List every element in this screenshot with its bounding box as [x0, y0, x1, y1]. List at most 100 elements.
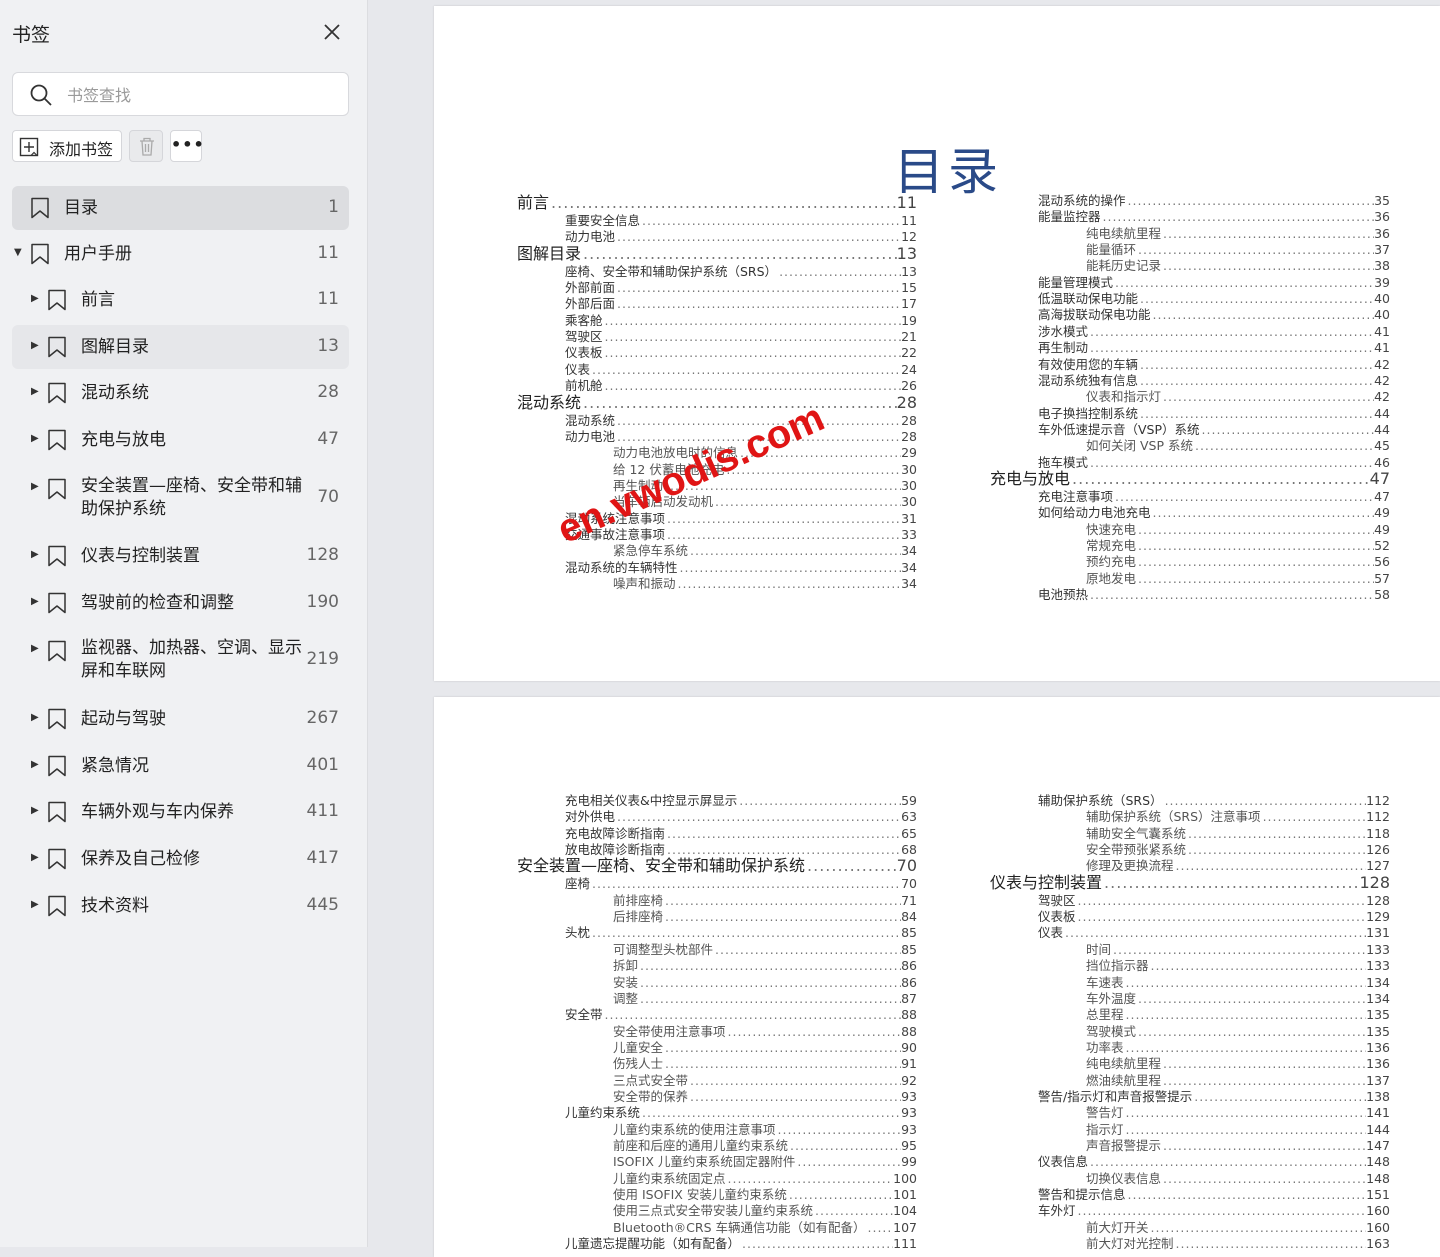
toc-entry[interactable]: 使用三点式安全带安装儿童约束系统 104	[613, 1203, 917, 1219]
expand-arrow-icon[interactable]: ▶	[31, 549, 39, 560]
toc-entry[interactable]: 切换仪表信息 148	[1086, 1171, 1390, 1187]
toc-entry[interactable]: 前排座椅 71	[613, 893, 917, 909]
toc-entry[interactable]: ISOFIX 儿童约束系统固定器附件 99	[613, 1154, 917, 1170]
toc-entry[interactable]: 对外供电 63	[565, 809, 917, 825]
toc-entry[interactable]: 紧急停车系统 34	[613, 543, 917, 559]
toc-entry[interactable]: 仪表 131	[1038, 925, 1390, 941]
expand-arrow-icon[interactable]: ▶	[31, 712, 39, 723]
toc-entry[interactable]: 常规充电 52	[1086, 538, 1390, 554]
toc-entry[interactable]: 图解目录 13	[517, 244, 917, 264]
bookmark-item[interactable]: ▶ 驾驶前的检查和调整 190	[12, 581, 349, 625]
toc-entry[interactable]: 充电与放电 47	[990, 469, 1390, 489]
bookmark-item[interactable]: ▶ 保养及自己检修 417	[12, 837, 349, 881]
toc-entry[interactable]: 安全带使用注意事项 88	[613, 1024, 917, 1040]
toc-entry[interactable]: 安全装置—座椅、安全带和辅助保护系统 70	[517, 856, 917, 876]
toc-entry[interactable]: 预约充电 56	[1086, 554, 1390, 570]
bookmark-item[interactable]: ▶ 技术资料 445	[12, 884, 349, 928]
toc-entry[interactable]: 指示灯 144	[1086, 1122, 1390, 1138]
bookmark-item[interactable]: ▶ 车辆外观与车内保养 411	[12, 790, 349, 834]
toc-entry[interactable]: 驾驶模式 135	[1086, 1024, 1390, 1040]
toc-entry[interactable]: 混动系统的操作 35	[1038, 193, 1390, 209]
toc-entry[interactable]: 混动系统 28	[517, 393, 917, 413]
expand-arrow-icon[interactable]: ▶	[31, 643, 39, 654]
toc-entry[interactable]: 燃油续航里程 137	[1086, 1073, 1390, 1089]
bookmark-item[interactable]: ▼ 用户手册 11	[12, 232, 349, 276]
toc-entry[interactable]: 功率表 136	[1086, 1040, 1390, 1056]
toc-entry[interactable]: 混动系统独有信息 42	[1038, 373, 1390, 389]
toc-entry[interactable]: 前言 11	[517, 193, 917, 213]
delete-bookmark-button[interactable]	[129, 130, 163, 162]
collapse-arrow-icon[interactable]: ▼	[14, 247, 22, 258]
toc-entry[interactable]: 低温联动保电功能 40	[1038, 291, 1390, 307]
bookmark-item[interactable]: ▶ 紧急情况 401	[12, 744, 349, 788]
bookmark-item[interactable]: ▶ 充电与放电 47	[12, 418, 349, 462]
toc-entry[interactable]: 充电相关仪表&中控显示屏显示 59	[565, 793, 917, 809]
toc-entry[interactable]: 重要安全信息 11	[565, 213, 917, 229]
toc-entry[interactable]: 座椅、安全带和辅助保护系统（SRS） 13	[565, 264, 917, 280]
expand-arrow-icon[interactable]: ▶	[31, 805, 39, 816]
toc-entry[interactable]: 能量管理模式 39	[1038, 275, 1390, 291]
bookmark-item[interactable]: ▶ 安全装置—座椅、安全带和辅助保护系统 70	[12, 466, 349, 530]
toc-entry[interactable]: 辅助安全气囊系统 118	[1086, 826, 1390, 842]
close-icon[interactable]	[320, 20, 344, 44]
bookmark-search-box[interactable]	[12, 72, 349, 116]
toc-entry[interactable]: 电池预热 58	[1038, 587, 1390, 603]
toc-entry[interactable]: 混动系统的车辆特性 34	[565, 560, 917, 576]
toc-entry[interactable]: 外部前面 15	[565, 280, 917, 296]
toc-entry[interactable]: 安全带 88	[565, 1007, 917, 1023]
expand-arrow-icon[interactable]: ▶	[31, 293, 39, 304]
add-bookmark-button[interactable]: 添加书签	[12, 130, 122, 162]
toc-entry[interactable]: 能量监控器 36	[1038, 209, 1390, 225]
toc-entry[interactable]: 安全带的保养 93	[613, 1089, 917, 1105]
toc-entry[interactable]: 前大灯开关 160	[1086, 1220, 1390, 1236]
toc-entry[interactable]: 高海拔联动保电功能 40	[1038, 307, 1390, 323]
toc-entry[interactable]: 后排座椅 84	[613, 909, 917, 925]
toc-entry[interactable]: 警告/指示灯和声音报警提示 138	[1038, 1089, 1390, 1105]
bookmark-item[interactable]: ▶ 前言 11	[12, 278, 349, 322]
toc-entry[interactable]: 纯电续航里程 136	[1086, 1056, 1390, 1072]
toc-entry[interactable]: 驾驶区 21	[565, 329, 917, 345]
toc-entry[interactable]: 驾驶区 128	[1038, 893, 1390, 909]
expand-arrow-icon[interactable]: ▶	[31, 899, 39, 910]
toc-entry[interactable]: 电子换挡控制系统 44	[1038, 406, 1390, 422]
toc-entry[interactable]: 三点式安全带 92	[613, 1073, 917, 1089]
expand-arrow-icon[interactable]: ▶	[31, 386, 39, 397]
bookmark-item[interactable]: ▶ 混动系统 28	[12, 371, 349, 415]
toc-entry[interactable]: 有效使用您的车辆 42	[1038, 357, 1390, 373]
toc-entry[interactable]: 座椅 70	[565, 876, 917, 892]
toc-entry[interactable]: 总里程 135	[1086, 1007, 1390, 1023]
toc-entry[interactable]: 外部后面 17	[565, 296, 917, 312]
bookmark-item[interactable]: ▶ 仪表与控制装置 128	[12, 534, 349, 578]
toc-entry[interactable]: 安全带预张紧系统 126	[1086, 842, 1390, 858]
toc-entry[interactable]: 仪表板 22	[565, 345, 917, 361]
expand-arrow-icon[interactable]: ▶	[31, 759, 39, 770]
toc-entry[interactable]: 车外灯 160	[1038, 1203, 1390, 1219]
toc-entry[interactable]: 快速充电 49	[1086, 522, 1390, 538]
toc-entry[interactable]: 辅助保护系统（SRS）注意事项 112	[1086, 809, 1390, 825]
bookmark-item[interactable]: 目录 1	[12, 186, 349, 230]
toc-entry[interactable]: 调整 87	[613, 991, 917, 1007]
bookmark-item[interactable]: ▶ 监视器、加热器、空调、显示屏和车联网 219	[12, 628, 349, 692]
more-options-button[interactable]: •••	[170, 130, 204, 162]
toc-entry[interactable]: 儿童约束系统的使用注意事项 93	[613, 1122, 917, 1138]
toc-entry[interactable]: 儿童约束系统固定点 100	[613, 1171, 917, 1187]
toc-entry[interactable]: 前大灯对光控制 163	[1086, 1236, 1390, 1252]
toc-entry[interactable]: 头枕 85	[565, 925, 917, 941]
toc-entry[interactable]: Bluetooth®CRS 车辆通信功能（如有配备） 107	[613, 1220, 917, 1236]
toc-entry[interactable]: 仪表 24	[565, 362, 917, 378]
bookmark-item[interactable]: ▶ 起动与驾驶 267	[12, 697, 349, 741]
toc-entry[interactable]: 如何给动力电池充电 49	[1038, 505, 1390, 521]
expand-arrow-icon[interactable]: ▶	[31, 481, 39, 492]
toc-entry[interactable]: 能量循环 37	[1086, 242, 1390, 258]
toc-entry[interactable]: 时间 133	[1086, 942, 1390, 958]
toc-entry[interactable]: 挡位指示器 133	[1086, 958, 1390, 974]
toc-entry[interactable]: 声音报警提示 147	[1086, 1138, 1390, 1154]
bookmark-item[interactable]: ▶ 图解目录 13	[12, 325, 349, 369]
toc-entry[interactable]: 安装 86	[613, 975, 917, 991]
toc-entry[interactable]: 如何关闭 VSP 系统 45	[1086, 438, 1390, 454]
toc-entry[interactable]: 儿童安全 90	[613, 1040, 917, 1056]
toc-entry[interactable]: 能耗历史记录 38	[1086, 258, 1390, 274]
toc-entry[interactable]: 辅助保护系统（SRS） 112	[1038, 793, 1390, 809]
toc-entry[interactable]: 伤残人士 91	[613, 1056, 917, 1072]
expand-arrow-icon[interactable]: ▶	[31, 596, 39, 607]
